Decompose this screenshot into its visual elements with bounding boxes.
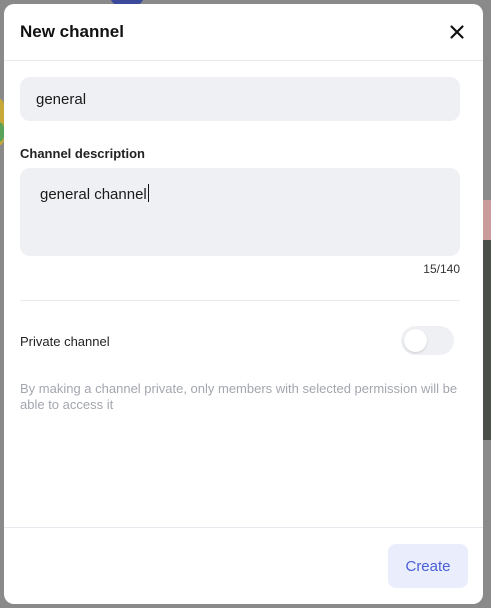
modal-title: New channel — [20, 22, 124, 41]
divider — [20, 300, 460, 301]
toggle-knob — [404, 329, 427, 352]
close-button[interactable] — [445, 20, 469, 44]
character-counter: 15/140 — [423, 262, 460, 276]
private-channel-toggle[interactable] — [401, 326, 454, 355]
create-button[interactable]: Create — [388, 544, 468, 588]
footer-divider — [4, 527, 483, 528]
close-icon — [450, 25, 464, 39]
channel-name-input[interactable] — [20, 77, 460, 121]
private-channel-label: Private channel — [20, 334, 110, 349]
text-caret — [147, 184, 149, 202]
description-text: general channel — [40, 186, 147, 203]
description-textarea[interactable]: general channel — [20, 168, 460, 256]
private-channel-hint: By making a channel private, only member… — [20, 381, 458, 412]
description-label: Channel description — [20, 146, 145, 161]
modal-header: New channel — [4, 4, 483, 61]
new-channel-modal: New channel Channel description general … — [4, 4, 483, 604]
